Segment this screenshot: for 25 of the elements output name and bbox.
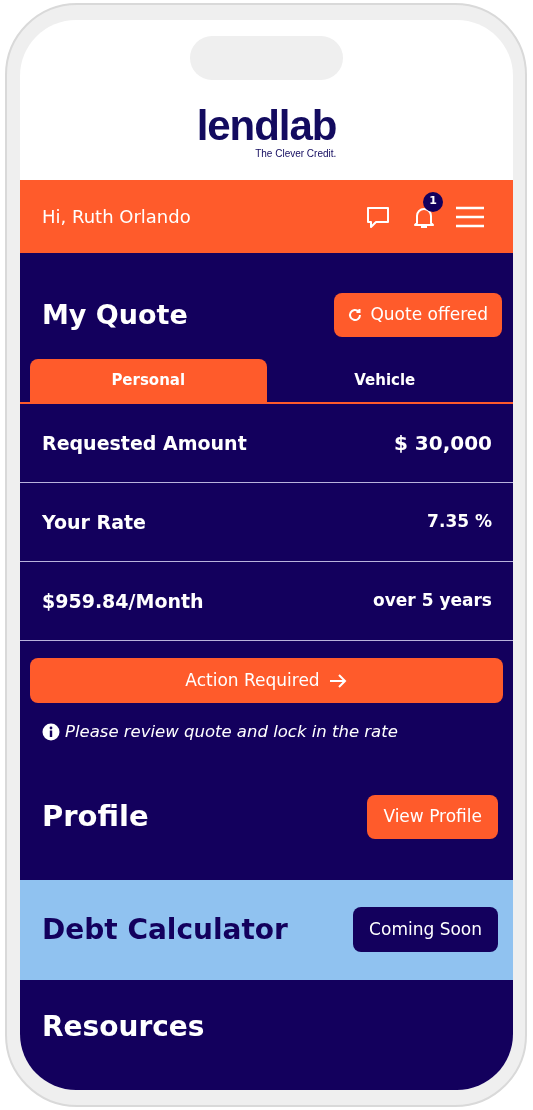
menu-icon[interactable] bbox=[455, 205, 485, 228]
row-label: $959.84/Month bbox=[42, 588, 204, 614]
section-title: Resources bbox=[42, 1009, 205, 1043]
logo: lendlab bbox=[196, 104, 337, 148]
refresh-icon bbox=[348, 308, 363, 322]
row-value: $ 30,000 bbox=[393, 430, 492, 457]
row-label: Your Rate bbox=[42, 509, 146, 535]
section-title: My Quote bbox=[42, 297, 188, 332]
greeting: Hi, Ruth Orlando bbox=[42, 205, 192, 229]
tab[interactable]: Personal bbox=[30, 359, 267, 402]
info-icon bbox=[42, 723, 60, 742]
tab[interactable]: Vehicle bbox=[266, 359, 503, 402]
section-title: Debt Calculator bbox=[42, 911, 288, 948]
arrow-right-icon bbox=[327, 672, 348, 689]
row-label: Requested Amount bbox=[42, 430, 247, 456]
view-profile-button[interactable]: View Profile bbox=[367, 794, 498, 839]
info-note: Please review quote and lock in the rate bbox=[65, 721, 398, 743]
status-button[interactable]: Quote offered bbox=[334, 293, 502, 337]
coming-soon-badge: Coming Soon bbox=[353, 907, 498, 953]
tagline: The Clever Credit. bbox=[255, 148, 337, 160]
section-title: Profile bbox=[42, 798, 149, 835]
row-value: over 5 years bbox=[373, 589, 492, 613]
action-button[interactable]: Action Required bbox=[30, 658, 503, 703]
row-value: 7.35 % bbox=[427, 510, 492, 534]
notification-badge: 1 bbox=[423, 191, 443, 212]
